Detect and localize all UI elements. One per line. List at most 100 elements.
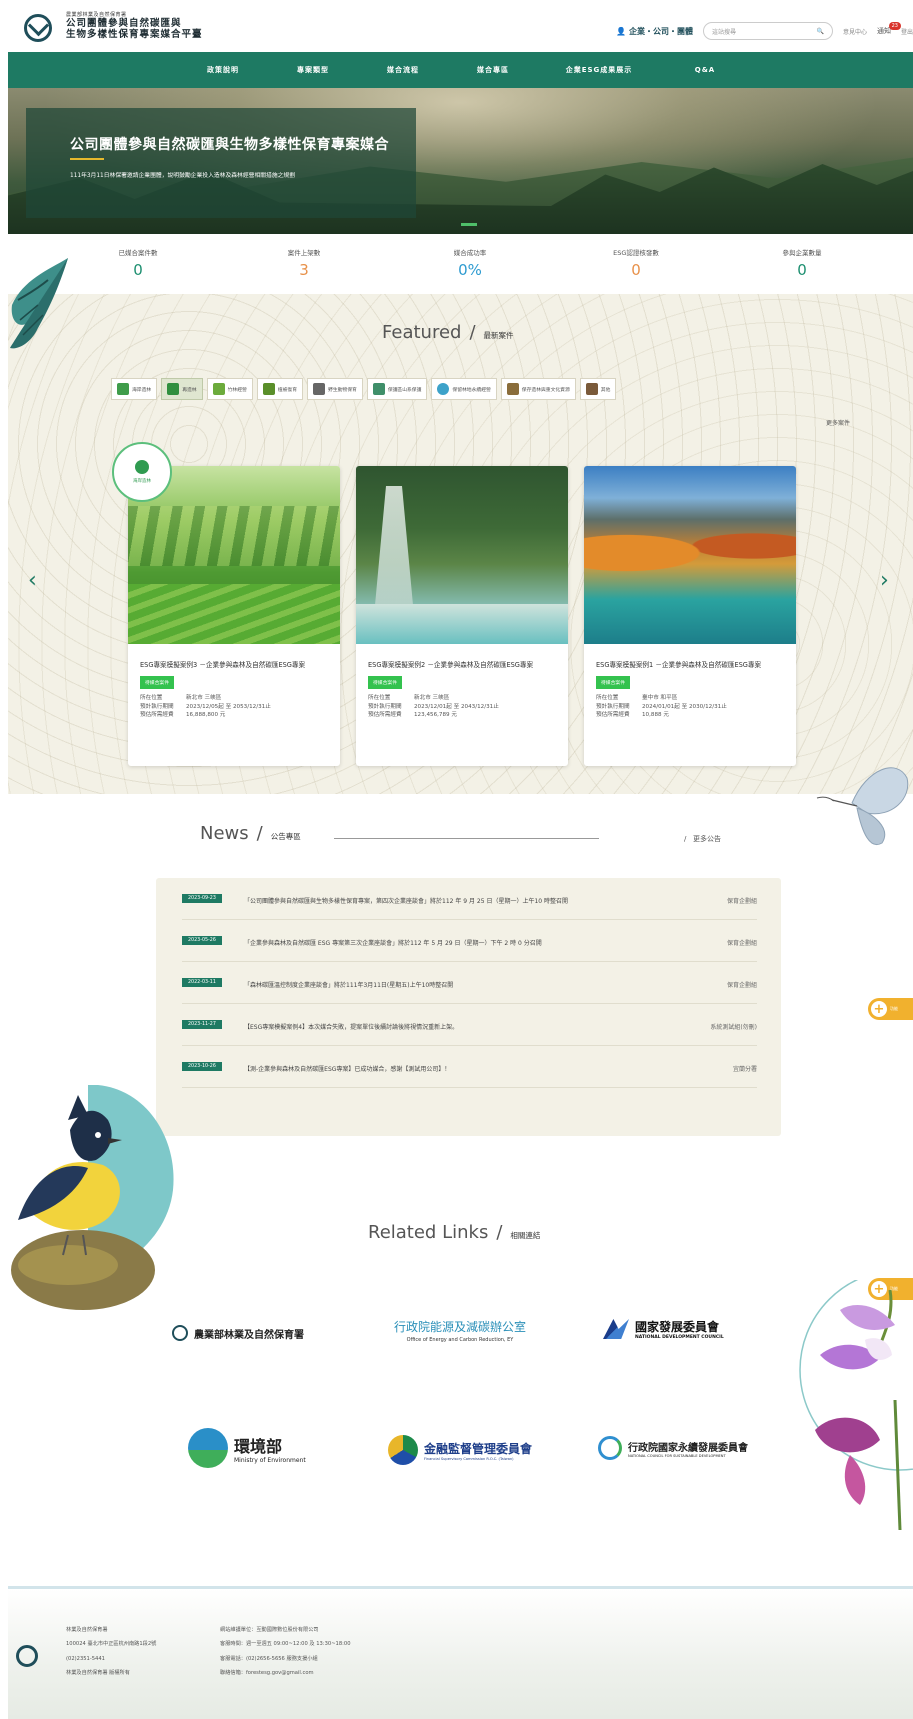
- news-item[interactable]: 2023-11-27 【ESG專案模擬案例4】本次媒合失敗，提案單位後續討論後將…: [182, 1004, 757, 1046]
- help-center-link[interactable]: 意見中心: [843, 27, 867, 36]
- partner-link-forestry[interactable]: 農業部林業及自然保育署: [172, 1325, 304, 1341]
- footer-service-hours: 客服時間：週一至週五 09:00~12:00 及 13:30~18:00: [220, 1641, 351, 1648]
- partner-link-moenv[interactable]: 環境部 Ministry of Environment: [188, 1428, 306, 1468]
- stats-bar: 已媒合案件數 0 案件上架數 3 媒合成功率 0% ESG認證核發數 0 參與企…: [0, 234, 913, 294]
- nav-item-project-types[interactable]: 專案類型: [268, 65, 358, 75]
- case-image: [584, 466, 796, 644]
- site-logo-icon[interactable]: [24, 14, 52, 42]
- partner-link-energy-office[interactable]: 行政院能源及減碳辦公室 Office of Energy and Carbon …: [394, 1318, 526, 1343]
- partner-link-ncsd[interactable]: 行政院國家永續發展委員會 NATIONAL COUNCIL FOR SUSTAI…: [598, 1436, 748, 1460]
- case-image: [356, 466, 568, 644]
- stat-value: 0: [631, 261, 641, 279]
- nav-item-esg-results[interactable]: 企業ESG成果展示: [538, 65, 660, 75]
- case-card[interactable]: ESG專案模擬案例2 －企業參與森林及自然碳匯ESG專案 待媒合案件 所在位置 新…: [356, 466, 568, 766]
- partner-name: 行政院能源及減碳辦公室: [394, 1320, 527, 1334]
- meta-label: 所在位置: [596, 694, 619, 701]
- stat-esg-certificates: ESG認證核發數 0: [553, 234, 719, 294]
- category-tab-other[interactable]: 其他: [579, 378, 617, 400]
- carousel-next-arrow[interactable]: ›: [880, 568, 889, 593]
- ndc-logo-icon: [603, 1319, 629, 1339]
- stat-listed-cases: 案件上架數 3: [221, 234, 387, 294]
- case-card[interactable]: ESG專案模擬案例1 －企業參與森林及自然碳匯ESG專案 待媒合案件 所在位置 臺…: [584, 466, 796, 766]
- nav-item-policy[interactable]: 政策說明: [178, 65, 268, 75]
- category-label: 野生動物保育: [328, 387, 357, 393]
- related-heading: Related Links / 相關連結: [368, 1222, 541, 1243]
- butterfly-illustration: [10, 258, 69, 349]
- category-label: 再造林: [182, 387, 197, 393]
- news-item[interactable]: 2023-10-26 【測-企業參與森林及自然碳匯ESG專案】已成功媒合，感謝【…: [182, 1046, 757, 1088]
- fsc-logo-icon: [388, 1435, 418, 1465]
- meta-label: 所在位置: [368, 694, 391, 701]
- carousel-indicator[interactable]: [461, 223, 477, 226]
- notification-button[interactable]: 通知 23: [877, 22, 901, 36]
- nav-item-matching[interactable]: 媒合專區: [448, 65, 538, 75]
- news-subtitle: 公告專區: [270, 832, 301, 841]
- news-divider: [334, 838, 599, 839]
- meta-label: 所在位置: [140, 694, 163, 701]
- site-logo-text[interactable]: 農業部林業及自然保育署 公司團體參與自然碳匯與 生物多樣性保育專案媒合平臺: [66, 12, 203, 41]
- hero-text-panel: [26, 108, 416, 218]
- category-tab-coastal[interactable]: 海岸造林: [111, 378, 158, 400]
- nav-item-qa[interactable]: Q&A: [660, 66, 750, 74]
- plus-icon: +: [871, 1001, 887, 1017]
- stat-companies: 參與企業數量 0: [719, 234, 885, 294]
- related-subtitle: 相關連結: [510, 1231, 541, 1240]
- more-cases-link[interactable]: 更多案件: [826, 418, 850, 427]
- category-badge: 海岸造林: [112, 442, 172, 502]
- hero-title: 公司團體參與自然碳匯與生物多樣性保育專案媒合: [70, 137, 389, 153]
- hero-subtitle: 111年3月11日林保署邀請企業團體，說明鼓勵企業投入造林及森林經營相關措施之規…: [70, 173, 296, 179]
- case-period: 2024/01/01起 至 2030/12/31止: [642, 703, 727, 710]
- search-input[interactable]: 這站搜尋 🔍: [702, 22, 833, 40]
- featured-subtitle: 最新案件: [483, 331, 514, 340]
- case-location: 新北市 三峽區: [414, 694, 450, 701]
- news-text: 「森林碳匯溫控制度企業座談會」將於111年3月11日(星期五)上午10時整召開: [244, 982, 454, 989]
- news-item[interactable]: 2023-05-26 「企業參與森林及自然碳匯 ESG 專案第三次企業座談會」將…: [182, 920, 757, 962]
- case-card[interactable]: ESG專案模擬案例3 －企業參與森林及自然碳匯ESG專案 待媒合案件 所在位置 新…: [128, 466, 340, 766]
- tree-icon: [135, 460, 149, 474]
- news-date: 2023-09-23: [182, 894, 222, 903]
- mountain-icon: [372, 383, 385, 395]
- news-item[interactable]: 2022-03-11 「森林碳匯溫控制度企業座談會」將於111年3月11日(星期…: [182, 962, 757, 1004]
- nav-item-process[interactable]: 媒合流程: [358, 65, 448, 75]
- category-tab-reforestation[interactable]: 再造林: [161, 378, 203, 400]
- footer-phone: (02)2351-5441: [66, 1655, 105, 1662]
- hero-banner[interactable]: 公司團體參與自然碳匯與生物多樣性保育專案媒合 111年3月11日林保署邀請企業團…: [8, 88, 913, 234]
- case-title: ESG專案模擬案例3 －企業參與森林及自然碳匯ESG專案: [140, 661, 306, 669]
- news-item[interactable]: 2023-09-23 「公司團體參與自然碳匯與生物多樣性保育專案，第四次企業座談…: [182, 878, 757, 920]
- partner-link-ndc[interactable]: 國家發展委員會 NATIONAL DEVELOPMENT COUNCIL: [603, 1318, 724, 1340]
- category-tab-sustainable[interactable]: 保留林地永續經營: [431, 378, 497, 400]
- case-title: ESG專案模擬案例2 －企業參與森林及自然碳匯ESG專案: [368, 661, 534, 669]
- case-status-tag: 待媒合案件: [368, 675, 402, 689]
- side-float-button[interactable]: + 功能: [868, 998, 913, 1020]
- news-unit: 保育企劃組: [726, 982, 757, 989]
- featured-title: Featured: [382, 322, 462, 343]
- category-tab-culture[interactable]: 保存造林與重文化資源: [500, 378, 576, 400]
- partner-name: 環境部: [234, 1436, 283, 1456]
- carousel-prev-arrow[interactable]: ‹: [28, 568, 37, 593]
- moenv-logo-icon: [188, 1428, 228, 1468]
- news-date: 2023-11-27: [182, 1020, 222, 1029]
- category-tab-vegetation[interactable]: 植被復育: [256, 378, 304, 400]
- culture-icon: [506, 383, 519, 395]
- category-tab-bamboo[interactable]: 竹林經營: [206, 378, 253, 400]
- header-tools: 👤 企業・公司・團體 這站搜尋 🔍 意見中心 通知 23 登出: [616, 22, 913, 40]
- case-meta: 所在位置 新北市 三峽區 預計執行期間 2023/12/01起 至 2043/12/…: [368, 694, 556, 720]
- news-title: News: [200, 823, 249, 844]
- stat-label: ESG認證核發數: [613, 249, 659, 257]
- more-news-link[interactable]: / 更多公告: [684, 834, 721, 844]
- footer-email[interactable]: 聯絡信箱：forestesg.gov@gmail.com: [220, 1666, 351, 1680]
- logout-link[interactable]: 登出: [901, 27, 913, 36]
- globe-icon: [437, 383, 450, 395]
- news-unit: 宜蘭分署: [732, 1066, 757, 1073]
- partner-link-fsc[interactable]: 金融監督管理委員會 Financial Supervisory Commissi…: [388, 1435, 532, 1465]
- case-budget: 10,888 元: [642, 712, 669, 719]
- meta-label: 預估所需經費: [368, 712, 402, 719]
- search-icon[interactable]: 🔍: [816, 28, 823, 35]
- partner-subname: Ministry of Environment: [234, 1456, 306, 1464]
- case-budget: 123,456,789 元: [414, 712, 457, 719]
- login-link[interactable]: 👤 企業・公司・團體: [616, 26, 693, 37]
- stat-value: 3: [299, 261, 309, 279]
- category-tab-protected-area[interactable]: 保護區山系保護: [366, 378, 428, 400]
- category-tab-wildlife[interactable]: 野生動物保育: [307, 378, 363, 400]
- news-unit: 保育企劃組: [726, 940, 757, 947]
